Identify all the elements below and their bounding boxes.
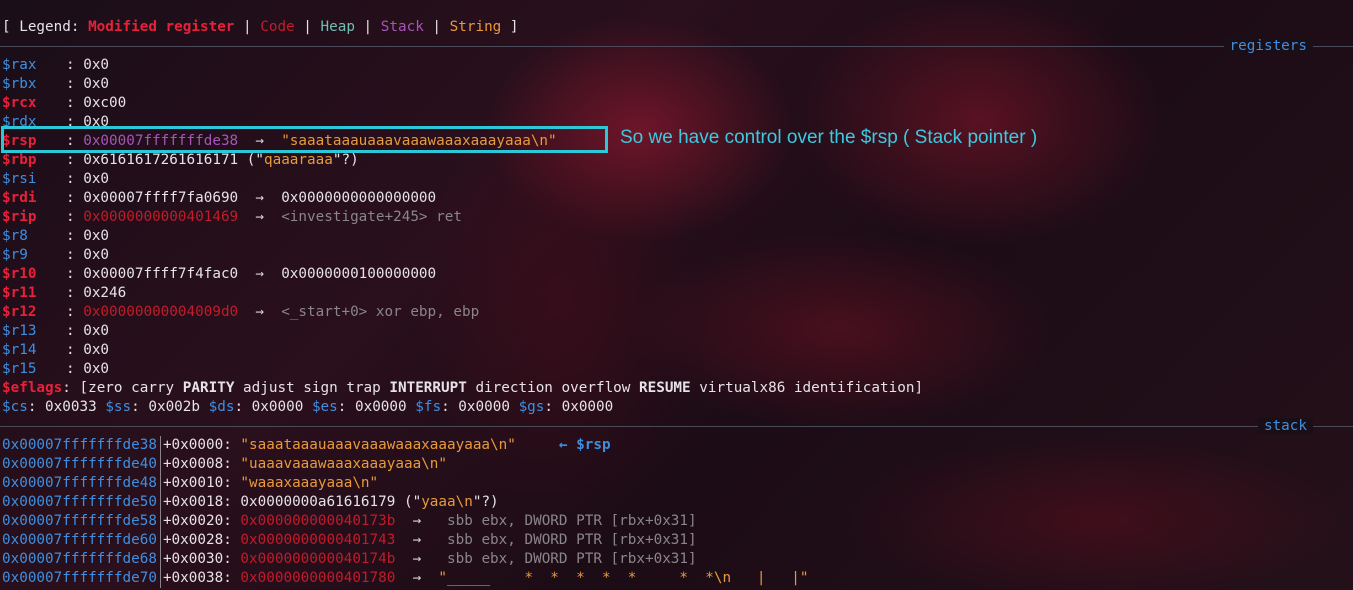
register-rip: $rip: 0x0000000000401469 → <investigate+…: [2, 209, 462, 225]
stack-section-header: stack: [0, 417, 1353, 436]
register-r15: $r15: 0x0: [2, 361, 110, 377]
stack-row: 0x00007fffffffde48 +0x0010: "waaaxaaayaaa…: [2, 474, 379, 493]
segment-registers: $cs: 0x0033 $ss: 0x002b $ds: 0x0000 $es:…: [2, 399, 614, 415]
stack-row: 0x00007fffffffde70 +0x0038: 0x00000000004…: [2, 569, 809, 588]
register-rax: $rax: 0x0: [2, 57, 110, 73]
register-rdi: $rdi: 0x00007ffff7fa0690 → 0x00000000000…: [2, 190, 437, 206]
register-r11: $r11: 0x246: [2, 285, 127, 301]
stack-section-title: stack: [1257, 418, 1313, 434]
legend-heap: Heap: [320, 19, 355, 35]
register-r14: $r14: 0x0: [2, 342, 110, 358]
stack-row: 0x00007fffffffde68 +0x0030: 0x00000000004…: [2, 550, 697, 569]
legend-line: [ Legend: Modified register | Code | Hea…: [2, 19, 519, 35]
register-r10: $r10: 0x00007ffff7f4fac0 → 0x00000001000…: [2, 266, 437, 282]
rsp-marker: ← $rsp: [558, 437, 611, 453]
registers-section-header: registers: [0, 37, 1353, 56]
stack-row: 0x00007fffffffde60 +0x0028: 0x00000000004…: [2, 531, 697, 550]
register-r13: $r13: 0x0: [2, 323, 110, 339]
stack-row: 0x00007fffffffde40 +0x0008: "uaaavaaawaaa…: [2, 455, 448, 474]
stack-row: 0x00007fffffffde38 +0x0000: "saaataaauaaa…: [2, 436, 611, 455]
legend-code: Code: [260, 19, 295, 35]
legend-modified-register: Modified register: [88, 19, 235, 35]
register-r12: $r12: 0x00000000004009d0 → <_start+0> xo…: [2, 304, 480, 320]
registers-divider: [0, 46, 1353, 47]
gef-context-output: [ Legend: Modified register | Code | Hea…: [0, 0, 1353, 590]
register-r9: $r9: 0x0: [2, 247, 110, 263]
register-rbp: $rbp: 0x6161617261616171 ("qaaaraaa"?): [2, 152, 359, 168]
stack-divider: [0, 426, 1353, 427]
stack-row: 0x00007fffffffde50 +0x0018: 0x0000000a616…: [2, 493, 499, 512]
register-eflags: $eflags: [zero carry PARITY adjust sign …: [2, 380, 924, 396]
stack-row: 0x00007fffffffde58 +0x0020: 0x00000000004…: [2, 512, 697, 531]
register-rsi: $rsi: 0x0: [2, 171, 110, 187]
registers-section-title: registers: [1223, 38, 1313, 54]
register-rbx: $rbx: 0x0: [2, 76, 110, 92]
rsp-highlight-box: [1, 126, 608, 153]
rsp-annotation: So we have control over the $rsp ( Stack…: [620, 127, 1038, 148]
register-rcx: $rcx: 0xc00: [2, 95, 127, 111]
register-r8: $r8: 0x0: [2, 228, 110, 244]
legend-string: String: [449, 19, 502, 35]
legend-stack: Stack: [380, 19, 424, 35]
